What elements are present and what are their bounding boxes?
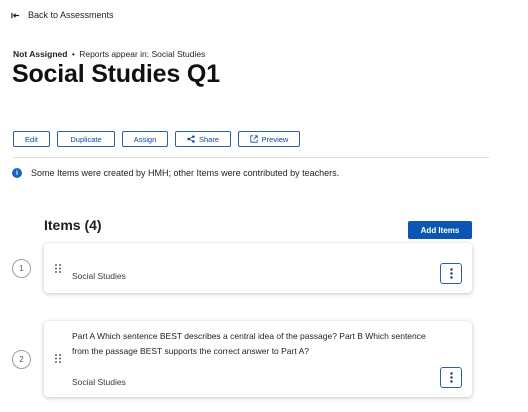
back-arrow-icon bbox=[11, 12, 20, 18]
share-icon bbox=[187, 135, 195, 143]
header-divider bbox=[13, 157, 489, 158]
item-number-1: 1 bbox=[12, 259, 31, 278]
preview-button-label: Preview bbox=[261, 134, 289, 144]
assignment-status: Not Assigned bbox=[13, 49, 68, 59]
back-to-assessments-link[interactable]: Back to Assessments bbox=[11, 10, 114, 20]
share-button-label: Share bbox=[198, 134, 219, 144]
drag-handle-icon[interactable] bbox=[55, 354, 61, 363]
item-subject: Social Studies bbox=[72, 377, 126, 387]
item-subject: Social Studies bbox=[72, 271, 126, 281]
more-vertical-icon bbox=[449, 268, 453, 279]
info-notice: i Some Items were created by HMH; other … bbox=[12, 168, 339, 178]
item-number-2: 2 bbox=[12, 350, 31, 369]
duplicate-button[interactable]: Duplicate bbox=[57, 131, 115, 147]
info-icon: i bbox=[12, 168, 22, 178]
back-link-label: Back to Assessments bbox=[28, 10, 114, 20]
meta-separator: • bbox=[71, 49, 75, 59]
share-button[interactable]: Share bbox=[175, 131, 231, 147]
item-card-1[interactable]: Social Studies bbox=[44, 243, 472, 293]
edit-button-label: Edit bbox=[25, 134, 38, 144]
edit-button[interactable]: Edit bbox=[13, 131, 50, 147]
add-items-button[interactable]: Add Items bbox=[408, 221, 472, 239]
external-link-icon bbox=[250, 135, 258, 143]
assign-button-label: Assign bbox=[133, 134, 157, 144]
drag-handle-icon[interactable] bbox=[55, 264, 61, 273]
action-toolbar: Edit Duplicate Assign Share Preview bbox=[13, 131, 300, 147]
duplicate-button-label: Duplicate bbox=[70, 134, 102, 144]
add-items-label: Add Items bbox=[420, 225, 460, 235]
preview-button[interactable]: Preview bbox=[238, 131, 300, 147]
item-question-text: Part A Which sentence BEST describes a c… bbox=[72, 331, 426, 356]
reports-info: Reports appear in: Social Studies bbox=[79, 49, 206, 59]
page-title: Social Studies Q1 bbox=[12, 60, 220, 88]
assign-button[interactable]: Assign bbox=[122, 131, 168, 147]
item-menu-button[interactable] bbox=[440, 263, 462, 284]
assessment-meta: Not Assigned • Reports appear in: Social… bbox=[13, 49, 205, 59]
item-card-2[interactable]: Part A Which sentence BEST describes a c… bbox=[44, 321, 472, 397]
item-menu-button[interactable] bbox=[440, 367, 462, 388]
items-heading: Items (4) bbox=[44, 217, 102, 233]
info-notice-text: Some Items were created by HMH; other It… bbox=[31, 168, 340, 178]
more-vertical-icon bbox=[449, 372, 453, 383]
